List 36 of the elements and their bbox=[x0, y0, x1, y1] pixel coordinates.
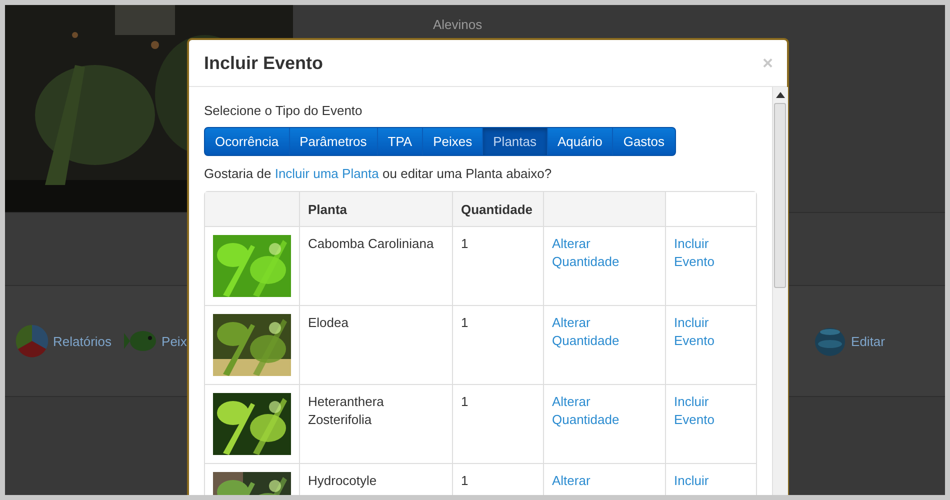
event-type-tab[interactable]: Parâmetros bbox=[290, 128, 378, 155]
toolbar-link[interactable]: Peix bbox=[162, 334, 187, 348]
scrollbar[interactable] bbox=[772, 87, 788, 495]
toolbar-link[interactable]: Editar bbox=[851, 334, 885, 348]
plant-name-cell: Cabomba Caroliniana bbox=[299, 226, 452, 305]
event-type-tab[interactable]: Aquário bbox=[548, 128, 614, 155]
add-plant-link[interactable]: Incluir uma Planta bbox=[274, 166, 379, 181]
add-event-link[interactable]: Incluir bbox=[674, 472, 748, 490]
event-type-tab[interactable]: Plantas bbox=[483, 128, 548, 155]
quantity-cell: 1 bbox=[452, 226, 543, 305]
event-type-prompt: Selecione o Tipo do Evento bbox=[204, 103, 364, 118]
quantity-cell: 1 bbox=[452, 305, 543, 384]
plant-name-cell: Heteranthera Zosterifolia bbox=[299, 384, 452, 463]
quantity-cell: 1 bbox=[452, 384, 543, 463]
modal-title: Incluir Evento bbox=[204, 52, 324, 74]
change-quantity-link[interactable]: Alterar Quantidade bbox=[552, 393, 657, 429]
plant-name-cell: Elodea bbox=[299, 305, 452, 384]
change-quantity-link[interactable]: Alterar Quantidade bbox=[552, 314, 657, 350]
event-type-tab[interactable]: Gastos bbox=[613, 128, 675, 155]
event-type-tab[interactable]: TPA bbox=[378, 128, 424, 155]
column-header: Planta bbox=[299, 192, 452, 226]
quantity-cell: 1 bbox=[452, 463, 543, 495]
change-quantity-link[interactable]: Alterar Quantidade bbox=[552, 235, 657, 271]
toolbar-link[interactable]: Relatórios bbox=[53, 334, 112, 348]
scrollbar-thumb[interactable] bbox=[774, 103, 786, 288]
event-type-tab[interactable]: Ocorrência bbox=[205, 128, 290, 155]
add-event-link[interactable]: Incluir Evento bbox=[674, 314, 748, 350]
column-header: Quantidade bbox=[452, 192, 543, 226]
add-event-link[interactable]: Incluir Evento bbox=[674, 235, 748, 271]
plant-name-cell: Hydrocotyle bbox=[299, 463, 452, 495]
add-plant-question: Gostaria de Incluir uma Planta ou editar uma Planta abaixo? bbox=[204, 166, 553, 181]
change-quantity-link[interactable]: Alterar bbox=[552, 472, 657, 490]
add-event-link[interactable]: Incluir Evento bbox=[674, 393, 748, 429]
pie-chart-icon bbox=[15, 324, 49, 358]
detail-value: Alevinos bbox=[433, 17, 484, 33]
scroll-up-icon[interactable] bbox=[776, 92, 785, 98]
